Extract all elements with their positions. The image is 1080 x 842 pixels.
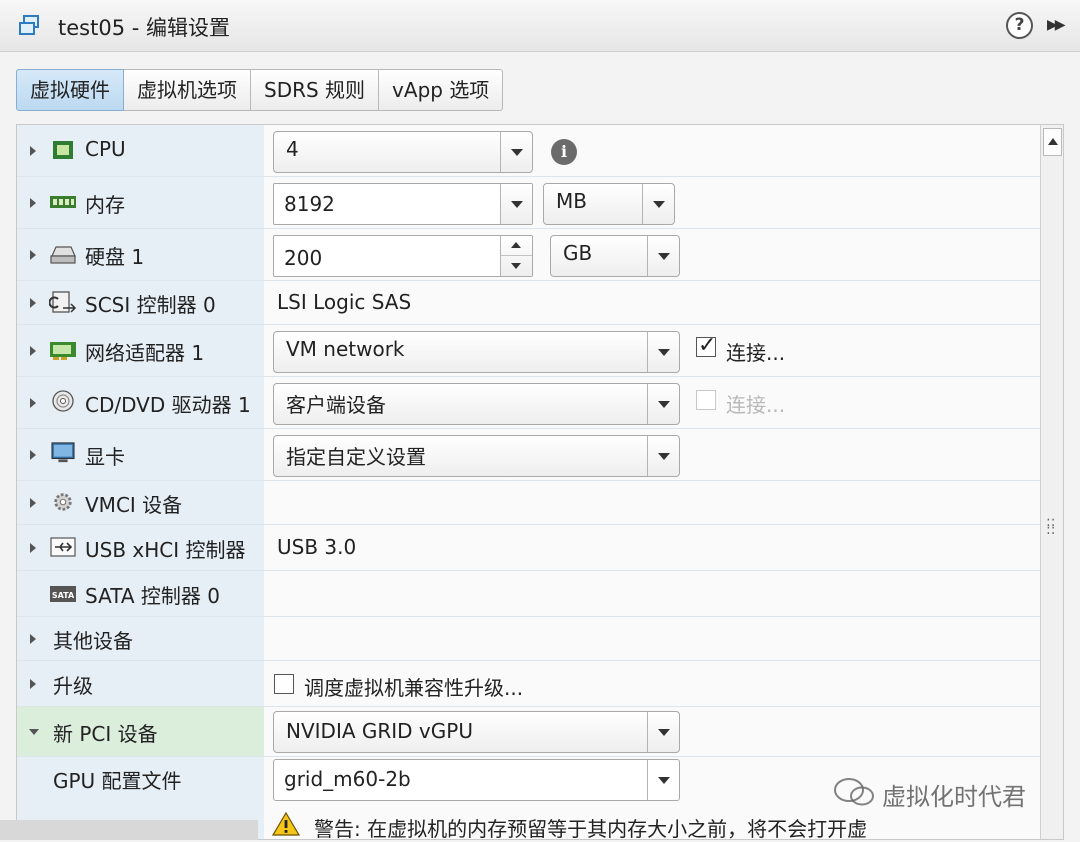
expand-arrow-icon[interactable] bbox=[30, 298, 36, 308]
expand-icon[interactable]: ▶▶ bbox=[1047, 17, 1065, 33]
disk-size-field[interactable]: 200 bbox=[273, 235, 533, 277]
checkmark-icon: ✓ bbox=[698, 333, 717, 358]
monitor-icon bbox=[51, 442, 75, 463]
network-connect-checkbox[interactable]: ✓ bbox=[696, 333, 716, 358]
expand-arrow-icon[interactable] bbox=[30, 543, 36, 553]
expand-arrow-icon[interactable] bbox=[30, 398, 36, 408]
row-video-label[interactable]: 显卡 bbox=[17, 429, 264, 480]
increment-icon[interactable] bbox=[501, 236, 532, 256]
row-video-card: 显卡 指定自定义设置 bbox=[17, 429, 1040, 481]
help-button[interactable]: ? bbox=[1006, 12, 1033, 39]
row-cd-dvd-drive: CD/DVD 驱动器 1 客户端设备 连接... bbox=[17, 377, 1040, 429]
memory-icon bbox=[50, 196, 76, 208]
disk-size-stepper[interactable] bbox=[500, 236, 532, 276]
decrement-icon[interactable] bbox=[501, 256, 532, 276]
cpu-icon bbox=[53, 141, 73, 159]
disk-unit-dropdown[interactable]: GB bbox=[550, 235, 680, 277]
row-network-label[interactable]: 网络适配器 1 bbox=[17, 325, 264, 376]
dialog-title: test05 - 编辑设置 bbox=[58, 16, 230, 40]
chevron-down-icon[interactable] bbox=[647, 236, 679, 276]
row-cpu-label[interactable]: CPU bbox=[17, 125, 264, 176]
wechat-logo-icon bbox=[834, 778, 874, 806]
row-cdrom-label[interactable]: CD/DVD 驱动器 1 bbox=[17, 377, 264, 428]
row-network-adapter: 网络适配器 1 VM network ✓ 连接... bbox=[17, 325, 1040, 377]
expand-arrow-icon[interactable] bbox=[30, 250, 36, 260]
row-upgrade-label[interactable]: 升级 bbox=[17, 661, 264, 706]
row-scsi-label[interactable]: SCSI 控制器 0 bbox=[17, 281, 264, 324]
info-icon[interactable]: i bbox=[551, 139, 577, 165]
row-hard-disk-label[interactable]: 硬盘 1 bbox=[17, 229, 264, 280]
row-sata-label: SATA SATA 控制器 0 bbox=[17, 571, 264, 616]
expand-arrow-icon[interactable] bbox=[30, 634, 36, 644]
row-usb-label[interactable]: USB xHCI 控制器 bbox=[17, 525, 264, 570]
row-pci-label[interactable]: 新 PCI 设备 bbox=[17, 707, 264, 756]
scsi-controller-icon bbox=[49, 291, 77, 313]
usb-icon bbox=[50, 537, 76, 557]
row-usb-controller: USB xHCI 控制器 USB 3.0 bbox=[17, 525, 1040, 571]
expand-arrow-icon[interactable] bbox=[30, 679, 36, 689]
row-sata-controller: SATA SATA 控制器 0 bbox=[17, 571, 1040, 617]
vertical-scrollbar[interactable] bbox=[1040, 125, 1063, 839]
tab-vapp-options[interactable]: vApp 选项 bbox=[379, 69, 504, 111]
svg-text:SATA: SATA bbox=[52, 591, 75, 600]
scsi-type-value: LSI Logic SAS bbox=[277, 290, 412, 314]
sata-icon: SATA bbox=[50, 586, 76, 602]
gpu-profile-dropdown[interactable]: grid_m60-2b bbox=[273, 759, 680, 801]
cpu-count-dropdown[interactable]: 4 bbox=[273, 131, 533, 173]
tab-virtual-hardware[interactable]: 虚拟硬件 bbox=[16, 69, 124, 111]
row-hard-disk: 硬盘 1 200 GB bbox=[17, 229, 1040, 281]
row-upgrade: 升级 调度虚拟机兼容性升级... bbox=[17, 661, 1040, 707]
chevron-down-icon[interactable] bbox=[647, 332, 679, 372]
usb-version-value: USB 3.0 bbox=[277, 535, 357, 559]
tab-sdrs-rules[interactable]: SDRS 规则 bbox=[251, 69, 380, 111]
row-scsi-controller: SCSI 控制器 0 LSI Logic SAS bbox=[17, 281, 1040, 325]
schedule-upgrade-checkbox[interactable] bbox=[274, 674, 294, 694]
schedule-upgrade-label: 调度虚拟机兼容性升级... bbox=[304, 676, 524, 700]
chevron-down-icon[interactable] bbox=[500, 184, 532, 224]
row-memory-label[interactable]: 内存 bbox=[17, 177, 264, 228]
network-adapter-icon bbox=[50, 342, 76, 360]
tab-vm-options[interactable]: 虚拟机选项 bbox=[124, 69, 251, 111]
scroll-up-icon[interactable] bbox=[1043, 128, 1062, 156]
expand-arrow-icon[interactable] bbox=[30, 498, 36, 508]
collapse-arrow-icon[interactable] bbox=[29, 729, 39, 735]
resize-grip-icon[interactable]: :::: bbox=[1046, 515, 1055, 537]
chevron-down-icon[interactable] bbox=[647, 760, 679, 800]
expand-arrow-icon[interactable] bbox=[30, 346, 36, 356]
vm-edit-icon bbox=[19, 15, 39, 35]
expand-arrow-icon[interactable] bbox=[30, 146, 36, 156]
hardware-panel: CPU 4 i 内存 8192 MB 硬盘 1 200 GB SCSI 控制器 … bbox=[16, 124, 1064, 840]
row-vmci-device: VMCI 设备 bbox=[17, 481, 1040, 525]
chevron-down-icon[interactable] bbox=[500, 132, 532, 172]
pci-device-dropdown[interactable]: NVIDIA GRID vGPU bbox=[273, 711, 680, 753]
network-connect-label: 连接... bbox=[726, 341, 786, 365]
cd-dvd-icon bbox=[52, 390, 74, 412]
cdrom-device-dropdown[interactable]: 客户端设备 bbox=[273, 383, 680, 425]
memory-size-field[interactable]: 8192 bbox=[273, 183, 533, 225]
network-dropdown[interactable]: VM network bbox=[273, 331, 680, 373]
chevron-down-icon[interactable] bbox=[647, 436, 679, 476]
footer-strip bbox=[0, 820, 258, 840]
row-new-pci-device: 新 PCI 设备 NVIDIA GRID vGPU bbox=[17, 707, 1040, 757]
expand-arrow-icon[interactable] bbox=[30, 450, 36, 460]
cdrom-connect-checkbox[interactable] bbox=[696, 390, 716, 410]
chevron-down-icon[interactable] bbox=[647, 384, 679, 424]
warning-icon bbox=[272, 812, 300, 836]
row-other-label[interactable]: 其他设备 bbox=[17, 617, 264, 660]
row-gpu-profile-label: GPU 配置文件 bbox=[53, 769, 182, 793]
memory-unit-dropdown[interactable]: MB bbox=[543, 183, 675, 225]
dialog-titlebar: test05 - 编辑设置 ? ▶▶ bbox=[0, 0, 1080, 52]
row-vmci-label[interactable]: VMCI 设备 bbox=[17, 481, 264, 524]
chevron-down-icon[interactable] bbox=[642, 184, 674, 224]
video-settings-dropdown[interactable]: 指定自定义设置 bbox=[273, 435, 680, 477]
hard-disk-icon bbox=[50, 246, 76, 264]
gear-icon bbox=[54, 493, 72, 511]
cdrom-connect-label: 连接... bbox=[726, 393, 786, 417]
row-other-devices: 其他设备 bbox=[17, 617, 1040, 661]
expand-arrow-icon[interactable] bbox=[30, 198, 36, 208]
tab-bar: 虚拟硬件 虚拟机选项 SDRS 规则 vApp 选项 bbox=[16, 69, 504, 111]
row-memory: 内存 8192 MB bbox=[17, 177, 1040, 229]
row-cpu: CPU 4 i bbox=[17, 125, 1040, 177]
chevron-down-icon[interactable] bbox=[647, 712, 679, 752]
